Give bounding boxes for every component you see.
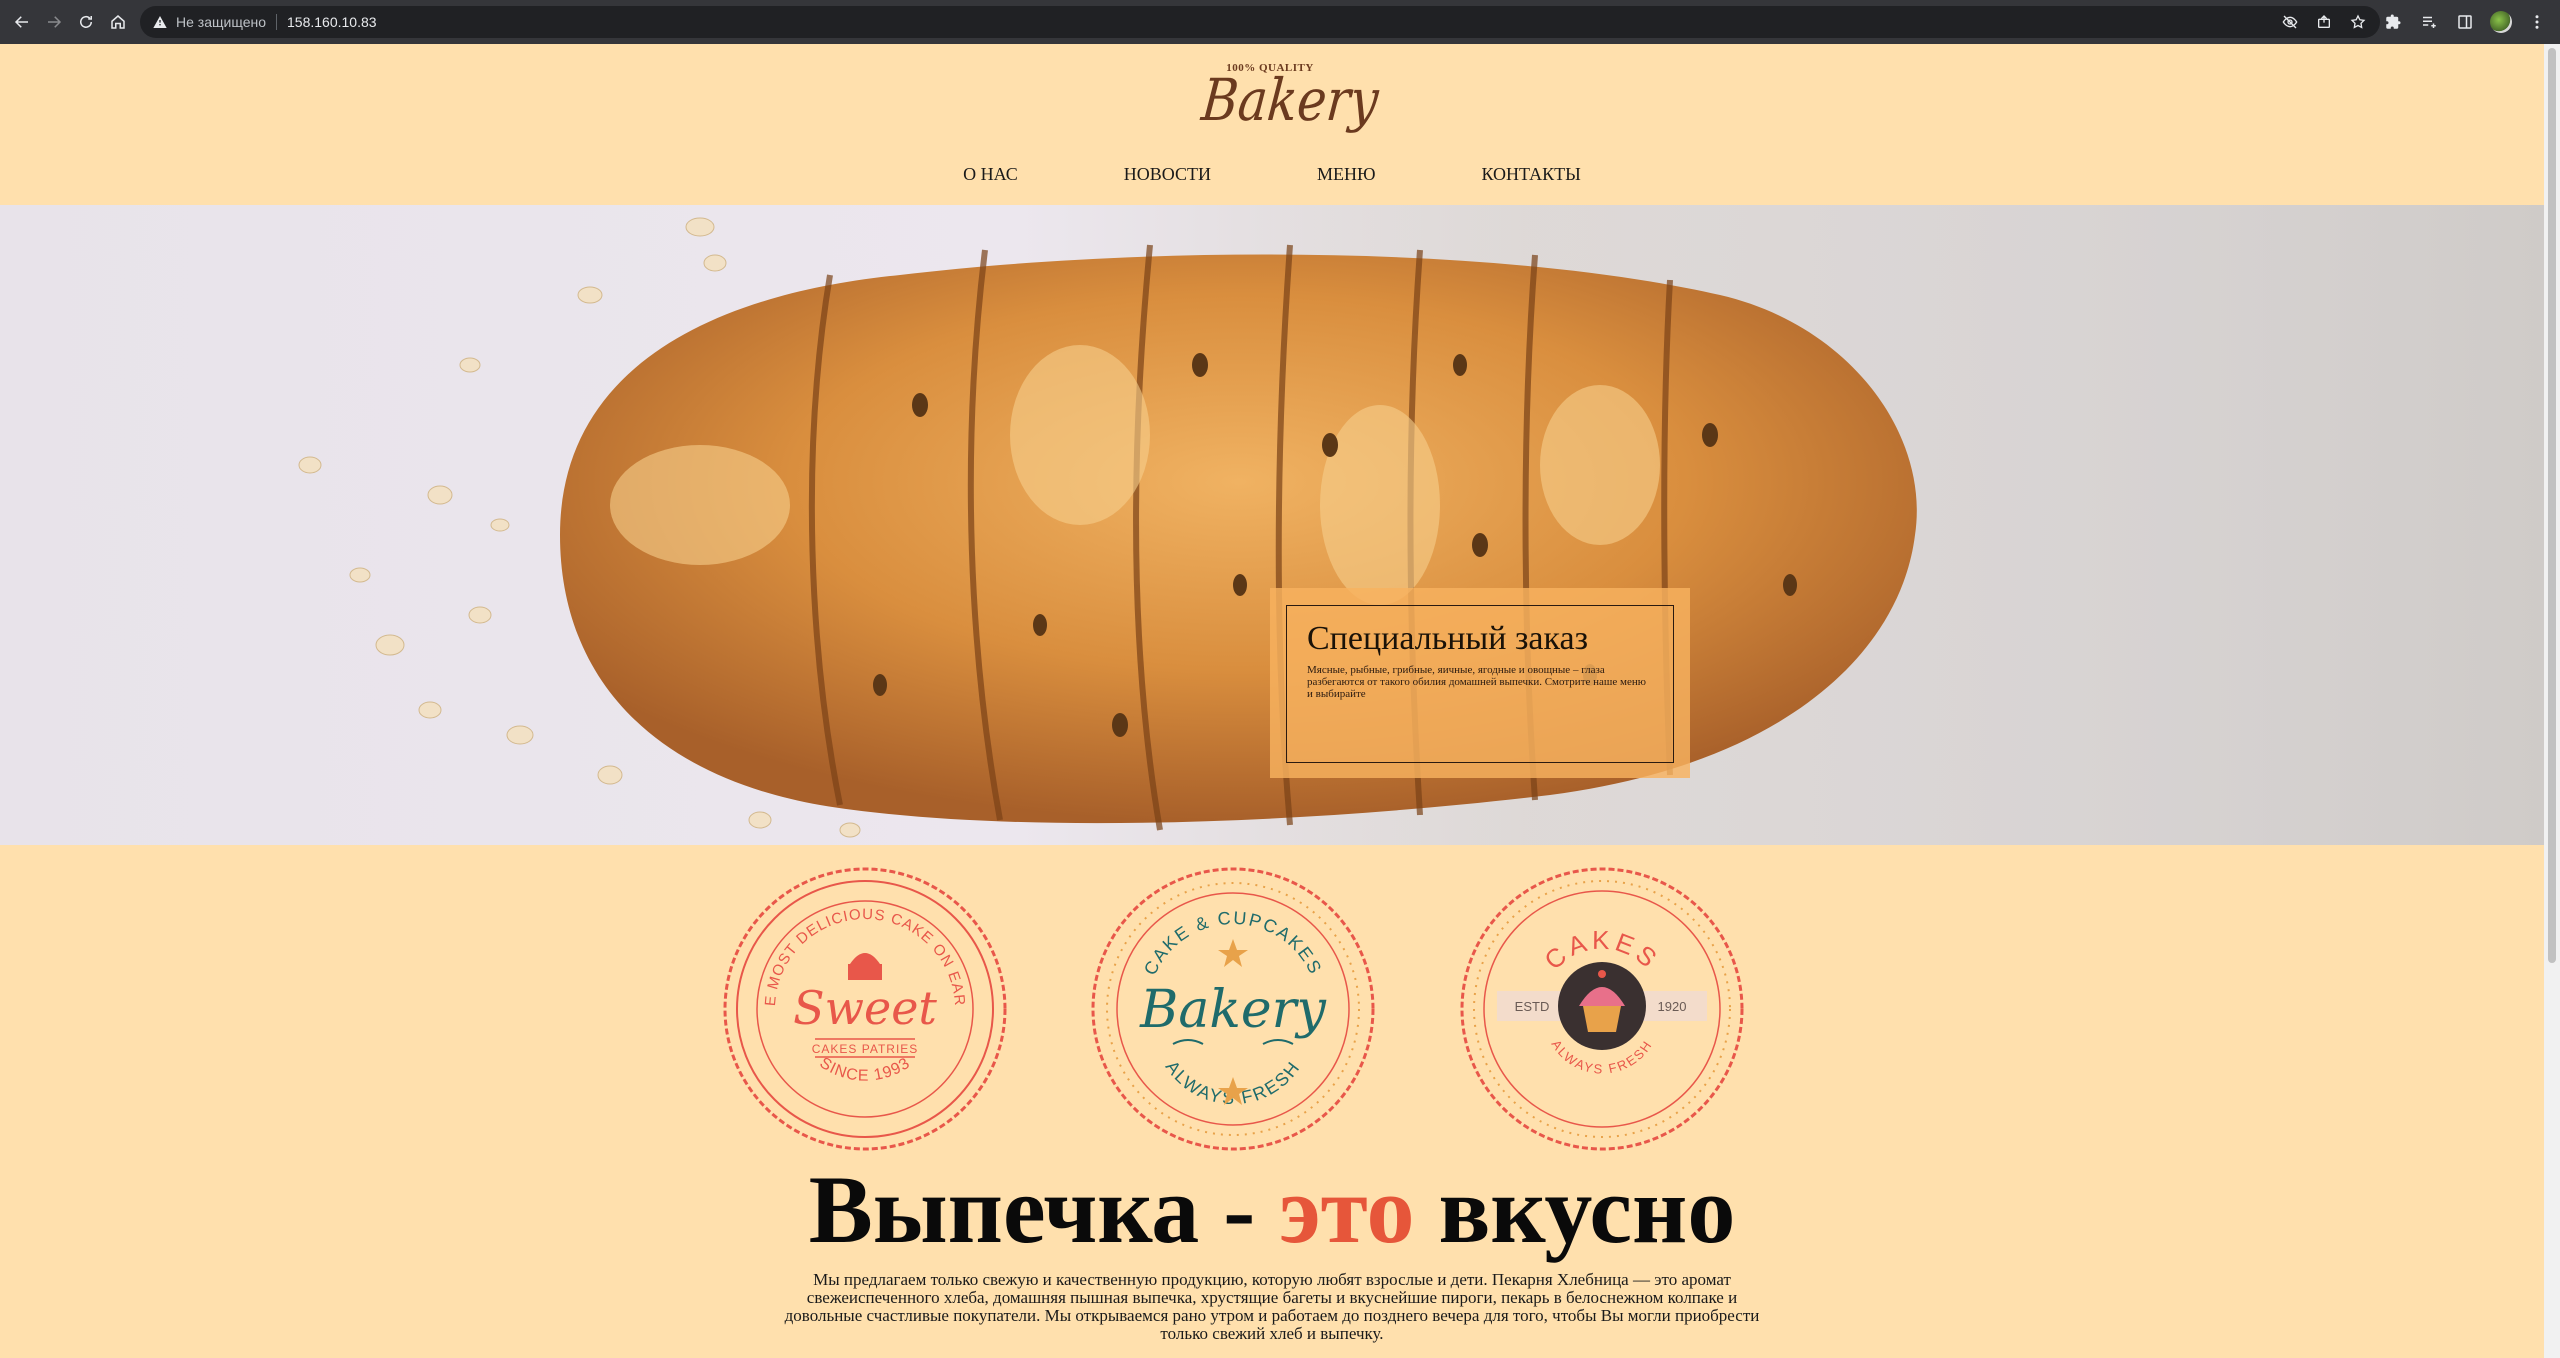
sidebar-icon[interactable]	[2450, 7, 2480, 37]
star-icon[interactable]	[2344, 8, 2372, 36]
headline-part2: вкусно	[1414, 1156, 1736, 1263]
more-icon[interactable]	[2522, 7, 2552, 37]
special-order-text: Мясные, рыбные, грибные, яичные, ягодные…	[1307, 664, 1646, 700]
nav-about[interactable]: О НАС	[963, 164, 1018, 185]
badge-cakes-right: 1920	[1658, 999, 1687, 1014]
share-icon[interactable]	[2310, 8, 2338, 36]
scrollbar-thumb[interactable]	[2548, 48, 2556, 963]
warning-icon[interactable]	[152, 14, 168, 30]
back-icon[interactable]	[6, 6, 38, 38]
url-text[interactable]: 158.160.10.83	[287, 14, 377, 30]
wheat-icon	[1172, 1039, 1294, 1045]
divider	[276, 14, 277, 30]
reading-list-icon[interactable]	[2414, 7, 2444, 37]
cupcake-icon	[848, 953, 882, 980]
badge-bakery-word: Bakery	[1139, 980, 1326, 1040]
browser-toolbar: Не защищено 158.160.10.83	[0, 0, 2560, 44]
security-label[interactable]: Не защищено	[176, 14, 266, 30]
main-headline: Выпечка - это вкусно	[0, 1154, 2544, 1265]
nav-news[interactable]: НОВОСТИ	[1124, 164, 1211, 185]
logo-wordmark: Bakery	[1198, 66, 1382, 134]
special-order-title: Специальный заказ	[1307, 620, 1588, 657]
reload-icon[interactable]	[70, 6, 102, 38]
badge-cakes-left: ESTD	[1515, 999, 1550, 1014]
intro-paragraph: Мы предлагаем только свежую и качественн…	[784, 1270, 1760, 1343]
star-icon	[1218, 939, 1248, 967]
headline-part1: Выпечка -	[808, 1156, 1280, 1263]
site-logo[interactable]: 100% QUALITY Bakery	[1190, 52, 1382, 152]
headline-accent: это	[1279, 1156, 1415, 1263]
forward-icon[interactable]	[38, 6, 70, 38]
hero-banner: Специальный заказ Мясные, рыбные, грибны…	[0, 205, 2544, 845]
badge-bakery: CAKE & CUPCAKES ALWAYS FRESH Bakery	[1088, 864, 1378, 1154]
badge-sweet-bottom: SINCE 1993	[816, 1055, 913, 1085]
profile-avatar[interactable]	[2486, 7, 2516, 37]
nav-menu[interactable]: МЕНЮ	[1317, 164, 1376, 185]
special-order-card[interactable]: Специальный заказ Мясные, рыбные, грибны…	[1270, 588, 1690, 778]
badge-sweet-ribbon: CAKES PATRIES	[812, 1042, 919, 1056]
address-bar[interactable]: Не защищено 158.160.10.83	[140, 6, 2380, 38]
home-icon[interactable]	[102, 6, 134, 38]
special-order-frame: Специальный заказ Мясные, рыбные, грибны…	[1286, 605, 1674, 763]
badge-sweet-word: Sweet	[793, 981, 937, 1035]
eye-off-icon[interactable]	[2276, 8, 2304, 36]
badge-sweet: THE MOST DELICIOUS CAKE ON EARTH SINCE 1…	[714, 851, 1010, 1154]
badge-cakes: CAKES ALWAYS FRESH ESTD 1920	[1457, 864, 1747, 1154]
scrollbar[interactable]	[2544, 44, 2560, 1358]
main-nav: О НАС НОВОСТИ МЕНЮ КОНТАКТЫ	[0, 164, 2544, 185]
page: 100% QUALITY Bakery О НАС НОВОСТИ МЕНЮ К…	[0, 44, 2544, 1358]
extensions-icon[interactable]	[2378, 7, 2408, 37]
nav-contacts[interactable]: КОНТАКТЫ	[1481, 164, 1580, 185]
